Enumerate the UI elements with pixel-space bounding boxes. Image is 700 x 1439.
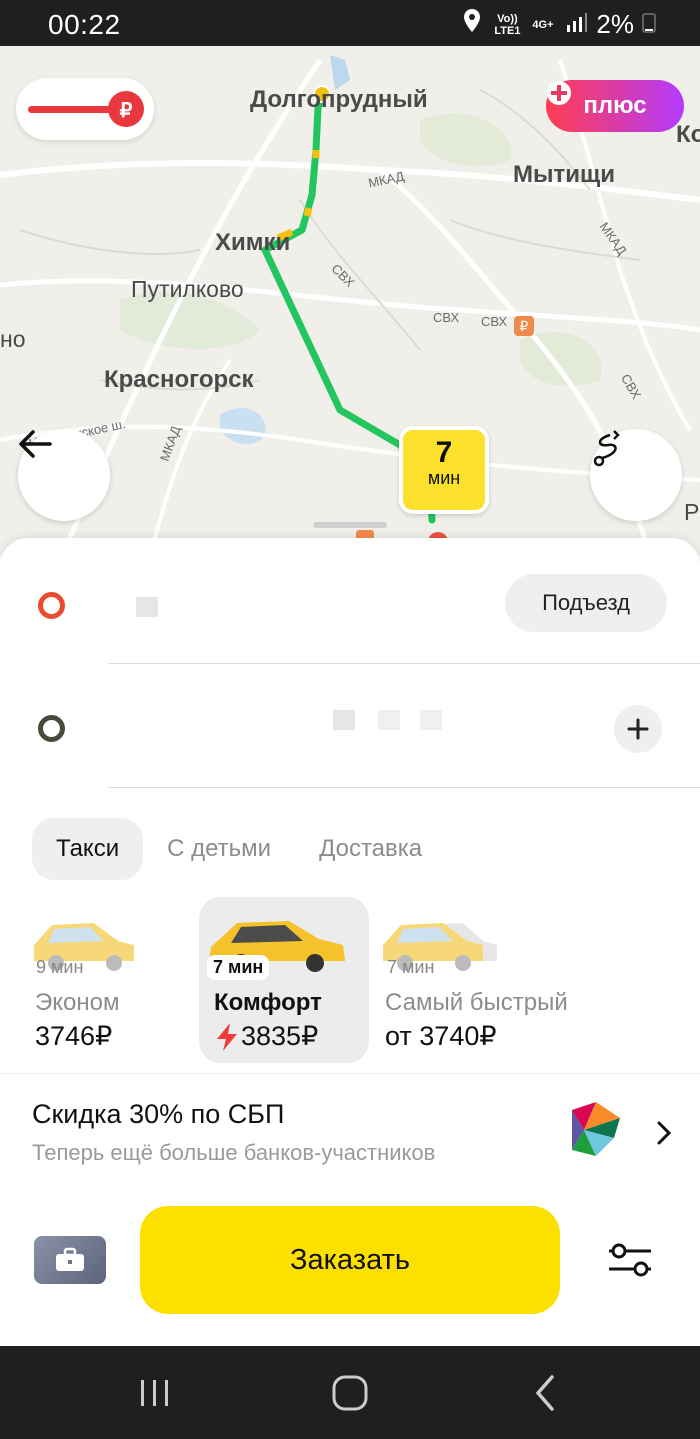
- order-settings-button[interactable]: [600, 1236, 660, 1284]
- status-indicators: Vo)) LTE1 4G+ 2%: [462, 8, 656, 41]
- tariff-economy[interactable]: 9 мин Эконом 3746₽: [28, 897, 198, 1063]
- map-label-svh-2: СВХ: [433, 310, 460, 325]
- home-icon: [332, 1375, 368, 1411]
- tab-taxi[interactable]: Такси: [32, 818, 144, 880]
- bottom-action-row: Заказать: [0, 1192, 700, 1342]
- home-button[interactable]: [325, 1372, 375, 1414]
- arrow-left-icon: [19, 430, 52, 458]
- map[interactable]: ₽ Долгопрудный Мытищи Химки Путилково Кр…: [0, 46, 700, 556]
- to-address-masked: [333, 710, 355, 730]
- plus-subscription-badge[interactable]: плюс: [546, 80, 684, 132]
- promo-title: Скидка 30% по СБП: [32, 1099, 285, 1129]
- sheet-drag-handle[interactable]: [313, 522, 387, 528]
- route-from-row[interactable]: Подъезд: [0, 540, 700, 662]
- battery-text: 2%: [596, 9, 634, 39]
- sbp-promo-banner[interactable]: Скидка 30% по СБП Теперь ещё больше банк…: [0, 1073, 700, 1192]
- to-point-icon: [38, 715, 65, 742]
- tariff-economy-price: 3746₽: [35, 1021, 113, 1051]
- to-address-masked-3: [420, 710, 442, 730]
- tab-with-kids[interactable]: С детьми: [143, 818, 295, 880]
- map-label-r: Р: [684, 499, 700, 525]
- tariff-comfort[interactable]: 7 мин Комфорт 3835₽: [199, 897, 369, 1063]
- eta-unit: мин: [427, 468, 461, 488]
- lightning-icon: [217, 1022, 237, 1051]
- back-button[interactable]: [18, 429, 110, 521]
- route-options-button[interactable]: [590, 429, 682, 521]
- svg-text:₽: ₽: [120, 100, 133, 122]
- back-nav-button[interactable]: [520, 1372, 570, 1414]
- sliders-icon: [609, 1243, 651, 1277]
- from-point-icon: [38, 592, 65, 619]
- eta-bubble: 7 мин: [399, 426, 489, 514]
- route-icon: [593, 430, 620, 467]
- tariff-fastest-time: 7 мин: [387, 957, 435, 977]
- chevron-right-icon: [657, 1121, 672, 1145]
- briefcase-icon: [56, 1247, 84, 1271]
- tab-delivery[interactable]: Доставка: [295, 818, 446, 880]
- map-label-ko: Ко: [676, 121, 700, 148]
- add-stop-button[interactable]: [614, 705, 662, 753]
- route-to-row[interactable]: [0, 664, 700, 786]
- eta-value: 7: [435, 436, 453, 469]
- route-divider-bottom: [108, 787, 700, 788]
- tariff-fastest[interactable]: 7 мин Самый быстрый от 3740₽: [379, 897, 568, 1063]
- order-button[interactable]: Заказать: [140, 1206, 560, 1314]
- sbp-logo-icon: [572, 1102, 620, 1156]
- map-label-no: но: [0, 326, 26, 352]
- tariff-comfort-price-row: 3835₽: [215, 1021, 318, 1052]
- svg-text:₽: ₽: [520, 318, 529, 334]
- map-label-mytishchi: Мытищи: [513, 161, 615, 188]
- tariff-comfort-price: 3835₽: [241, 1021, 319, 1051]
- tariff-comfort-name: Комфорт: [214, 989, 322, 1016]
- tariff-fastest-name: Самый быстрый: [385, 989, 568, 1016]
- entrance-button[interactable]: Подъезд: [505, 574, 667, 632]
- battery-icon: [642, 9, 656, 40]
- map-label-krasnogorsk: Красногорск: [104, 366, 254, 393]
- back-chevron-icon: [535, 1375, 554, 1411]
- tariff-fastest-price: от 3740₽: [385, 1021, 497, 1051]
- from-address-masked: [136, 597, 158, 617]
- recent-apps-button[interactable]: [130, 1372, 180, 1414]
- location-icon: [462, 8, 482, 41]
- map-label-dolgoprudny: Долгопрудный: [250, 86, 428, 113]
- map-label-khimki: Химки: [215, 229, 291, 256]
- system-nav-bar: [0, 1346, 700, 1439]
- ruble-lightning-icon: ₽: [28, 91, 144, 127]
- plus-icon: [627, 718, 649, 740]
- payment-balance-badge[interactable]: ₽: [16, 78, 154, 140]
- recent-apps-icon: [141, 1380, 168, 1406]
- tariff-economy-name: Эконом: [35, 989, 120, 1016]
- business-profile-button[interactable]: [34, 1236, 106, 1284]
- map-label-svh-3: СВХ: [481, 314, 508, 329]
- network-type: 4G+: [532, 18, 554, 31]
- plus-badge-label: плюс: [583, 92, 647, 119]
- map-label-putilkovo: Путилково: [131, 276, 244, 302]
- status-bar: 00:22 Vo)) LTE1 4G+ 2%: [0, 0, 700, 46]
- tariff-comfort-time: 7 мин: [207, 955, 270, 980]
- signal-icon: [566, 9, 588, 40]
- to-address-masked-2: [378, 710, 400, 730]
- tariff-economy-time: 9 мин: [36, 957, 84, 977]
- category-tabs: Такси С детьми Доставка: [32, 818, 446, 880]
- network-label: Vo)) LTE1: [494, 12, 521, 37]
- plus-logo-icon: [547, 81, 571, 105]
- status-time: 00:22: [48, 9, 121, 40]
- promo-subtitle: Теперь ещё больше банков-участников: [32, 1140, 436, 1165]
